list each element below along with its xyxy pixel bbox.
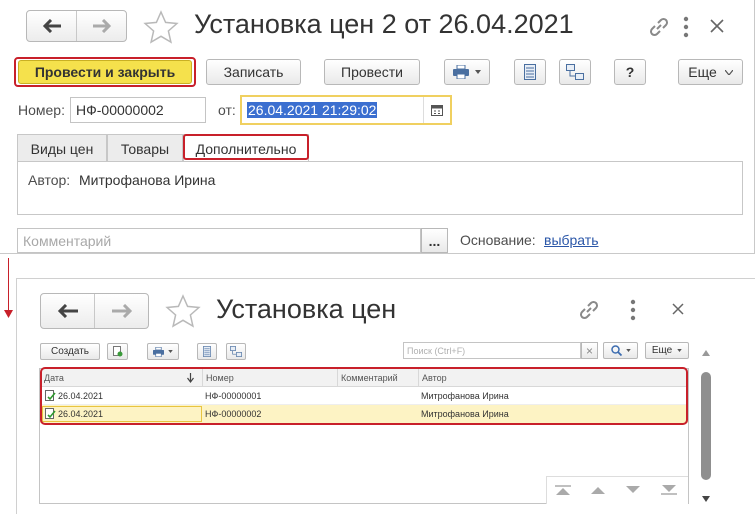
arrow-right-icon xyxy=(92,19,111,33)
search-input[interactable]: Поиск (Ctrl+F) xyxy=(403,342,581,359)
add-copy-icon xyxy=(112,346,122,357)
print-button[interactable] xyxy=(444,59,490,85)
link-icon[interactable] xyxy=(577,298,601,322)
report-button[interactable] xyxy=(197,343,217,360)
comment-ellipsis-button[interactable]: ... xyxy=(421,228,448,253)
close-icon[interactable] xyxy=(672,303,684,315)
number-label: Номер: xyxy=(18,102,65,118)
search-button[interactable] xyxy=(603,342,638,359)
tab-panel xyxy=(17,161,743,215)
scroll-up-button[interactable] xyxy=(586,481,610,499)
favorite-star-icon[interactable] xyxy=(143,10,179,44)
author-value: Митрофанова Ирина xyxy=(79,172,216,188)
comment-field[interactable]: Комментарий xyxy=(17,228,421,253)
scroll-last-button[interactable] xyxy=(657,481,681,499)
list-forward-button[interactable] xyxy=(94,294,148,328)
more-vertical-icon[interactable] xyxy=(629,298,637,322)
structure-button[interactable] xyxy=(226,343,246,360)
printer-icon xyxy=(453,65,469,79)
table-rows-highlight xyxy=(40,367,688,425)
hierarchy-icon xyxy=(230,346,242,357)
list-more-button[interactable]: Еще xyxy=(645,342,689,359)
page-title: Установка цен 2 от 26.04.2021 xyxy=(194,9,574,39)
list-back-button[interactable] xyxy=(41,294,94,328)
tab-additional-highlight xyxy=(183,134,309,160)
back-button[interactable] xyxy=(27,11,76,41)
scroll-to-bottom-icon xyxy=(661,485,677,495)
window-scrollbar-thumb[interactable] xyxy=(701,372,711,480)
help-button[interactable]: ? xyxy=(614,59,646,85)
more-button[interactable]: Еще xyxy=(678,59,743,85)
post-button[interactable]: Провести xyxy=(324,59,420,85)
scroll-up-arrow-icon[interactable] xyxy=(702,350,710,356)
nav-buttons xyxy=(26,10,127,42)
list-more-label: Еще xyxy=(651,345,673,356)
printer-icon xyxy=(153,346,164,357)
author-label: Автор: xyxy=(28,172,71,188)
scroll-first-button[interactable] xyxy=(551,481,575,499)
link-icon[interactable] xyxy=(647,15,671,39)
tab-goods[interactable]: Товары xyxy=(107,134,183,162)
calendar-button[interactable] xyxy=(423,97,450,123)
dropdown-arrow-icon xyxy=(475,70,481,74)
list-nav-buttons xyxy=(40,293,149,329)
more-vertical-icon[interactable] xyxy=(682,15,690,39)
forward-button[interactable] xyxy=(76,11,126,41)
date-label: от: xyxy=(218,102,236,118)
scroll-to-top-icon xyxy=(555,485,571,495)
save-button[interactable]: Записать xyxy=(206,59,301,85)
scroll-down-arrow-icon[interactable] xyxy=(702,496,710,502)
basis-label: Основание: xyxy=(460,232,536,248)
document-list-icon xyxy=(203,346,211,357)
search-clear-button[interactable]: × xyxy=(581,342,598,359)
arrow-left-icon xyxy=(57,304,78,318)
favorite-star-icon[interactable] xyxy=(165,294,201,328)
dropdown-arrow-icon xyxy=(724,69,733,75)
search-icon xyxy=(610,345,622,356)
document-list-icon xyxy=(524,64,536,80)
basis-link[interactable]: выбрать xyxy=(544,232,599,248)
chevron-down-icon xyxy=(626,486,640,493)
arrow-right-icon xyxy=(111,304,132,318)
connector-line xyxy=(8,258,9,313)
create-button[interactable]: Создать xyxy=(40,343,100,360)
tab-price-types[interactable]: Виды цен xyxy=(17,134,107,162)
post-close-button[interactable]: Провести и закрыть xyxy=(18,60,192,84)
arrow-down-icon xyxy=(4,310,13,318)
hierarchy-icon xyxy=(566,64,584,80)
print-button[interactable] xyxy=(147,343,179,360)
arrow-left-icon xyxy=(42,19,61,33)
report-button[interactable] xyxy=(514,59,546,85)
scroll-down-button[interactable] xyxy=(621,481,645,499)
dropdown-arrow-icon xyxy=(677,349,682,352)
date-value: 26.04.2021 21:29:02 xyxy=(247,102,378,118)
chevron-up-icon xyxy=(591,487,605,494)
structure-button[interactable] xyxy=(559,59,591,85)
calendar-icon xyxy=(431,105,443,116)
dropdown-arrow-icon xyxy=(168,350,173,353)
dropdown-arrow-icon xyxy=(625,349,631,352)
close-icon[interactable] xyxy=(710,19,724,33)
number-field[interactable]: НФ-00000002 xyxy=(70,97,206,123)
copy-button[interactable] xyxy=(107,343,128,360)
list-title: Установка цен xyxy=(216,294,397,324)
more-label: Еще xyxy=(688,64,717,80)
date-field[interactable]: 26.04.2021 21:29:02 xyxy=(240,95,452,125)
